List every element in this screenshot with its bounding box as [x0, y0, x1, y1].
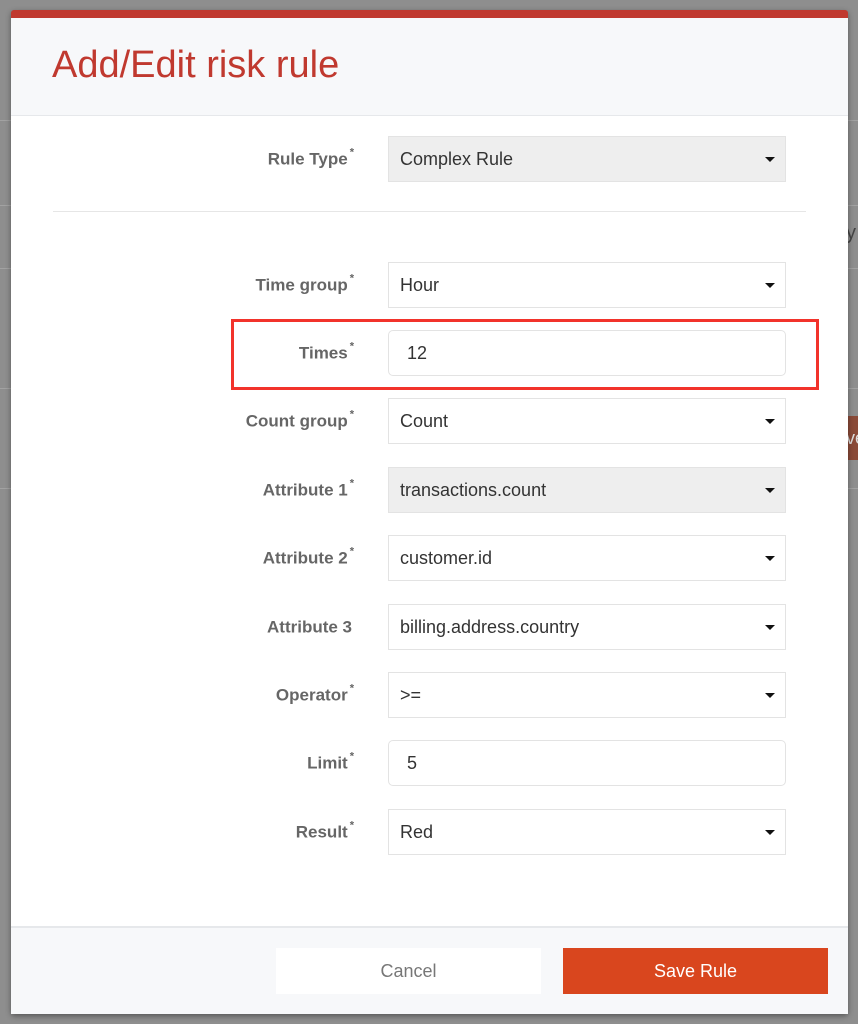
attribute-1-select[interactable]: transactions.count: [388, 467, 786, 513]
form-row-operator: Operator * >=: [11, 672, 848, 718]
cancel-button[interactable]: Cancel: [276, 948, 541, 994]
caret-down-icon: [765, 419, 775, 424]
attribute-2-select[interactable]: customer.id: [388, 535, 786, 581]
field-label: Rule Type *: [267, 146, 354, 169]
caret-down-icon: [765, 283, 775, 288]
save-rule-button[interactable]: Save Rule: [563, 948, 828, 994]
field-label: Operator *: [275, 682, 354, 705]
caret-down-icon: [765, 625, 775, 630]
risk-rule-modal: Add/Edit risk rule Rule Type * Complex Ru…: [11, 10, 848, 1014]
form-row-limit: Limit * 5: [11, 740, 848, 786]
caret-down-icon: [765, 556, 775, 561]
modal-footer: Cancel Save Rule: [11, 926, 848, 1014]
form-row-attribute-3: Attribute 3 billing.address.country: [11, 604, 848, 650]
field-label: Limit *: [307, 750, 354, 773]
count-group-select[interactable]: Count: [388, 398, 786, 444]
form-row-result: Result * Red: [11, 809, 848, 855]
field-label: Attribute 2 *: [262, 545, 354, 568]
field-label: Result *: [295, 819, 354, 842]
caret-down-icon: [765, 830, 775, 835]
field-label: Time group *: [255, 272, 354, 295]
rule-type-select[interactable]: Complex Rule: [388, 136, 786, 182]
form-row-rule-type: Rule Type * Complex Rule: [11, 136, 848, 182]
caret-down-icon: [765, 693, 775, 698]
modal-header: Add/Edit risk rule: [11, 18, 848, 116]
form-row-count-group: Count group * Count: [11, 398, 848, 444]
caret-down-icon: [765, 157, 775, 162]
limit-input[interactable]: 5: [388, 740, 786, 786]
section-divider: [53, 211, 806, 212]
caret-down-icon: [765, 488, 775, 493]
field-label: Attribute 1 *: [262, 477, 354, 500]
modal-title: Add/Edit risk rule: [52, 44, 340, 86]
field-label: Count group *: [245, 408, 354, 431]
field-label: Attribute 3: [267, 617, 352, 637]
form-row-time-group: Time group * Hour: [11, 262, 848, 308]
attribute-3-select[interactable]: billing.address.country: [388, 604, 786, 650]
form-row-attribute-2: Attribute 2 * customer.id: [11, 535, 848, 581]
operator-select[interactable]: >=: [388, 672, 786, 718]
time-group-select[interactable]: Hour: [388, 262, 786, 308]
result-select[interactable]: Red: [388, 809, 786, 855]
highlight-box: [231, 319, 819, 390]
form-row-attribute-1: Attribute 1 * transactions.count: [11, 467, 848, 513]
